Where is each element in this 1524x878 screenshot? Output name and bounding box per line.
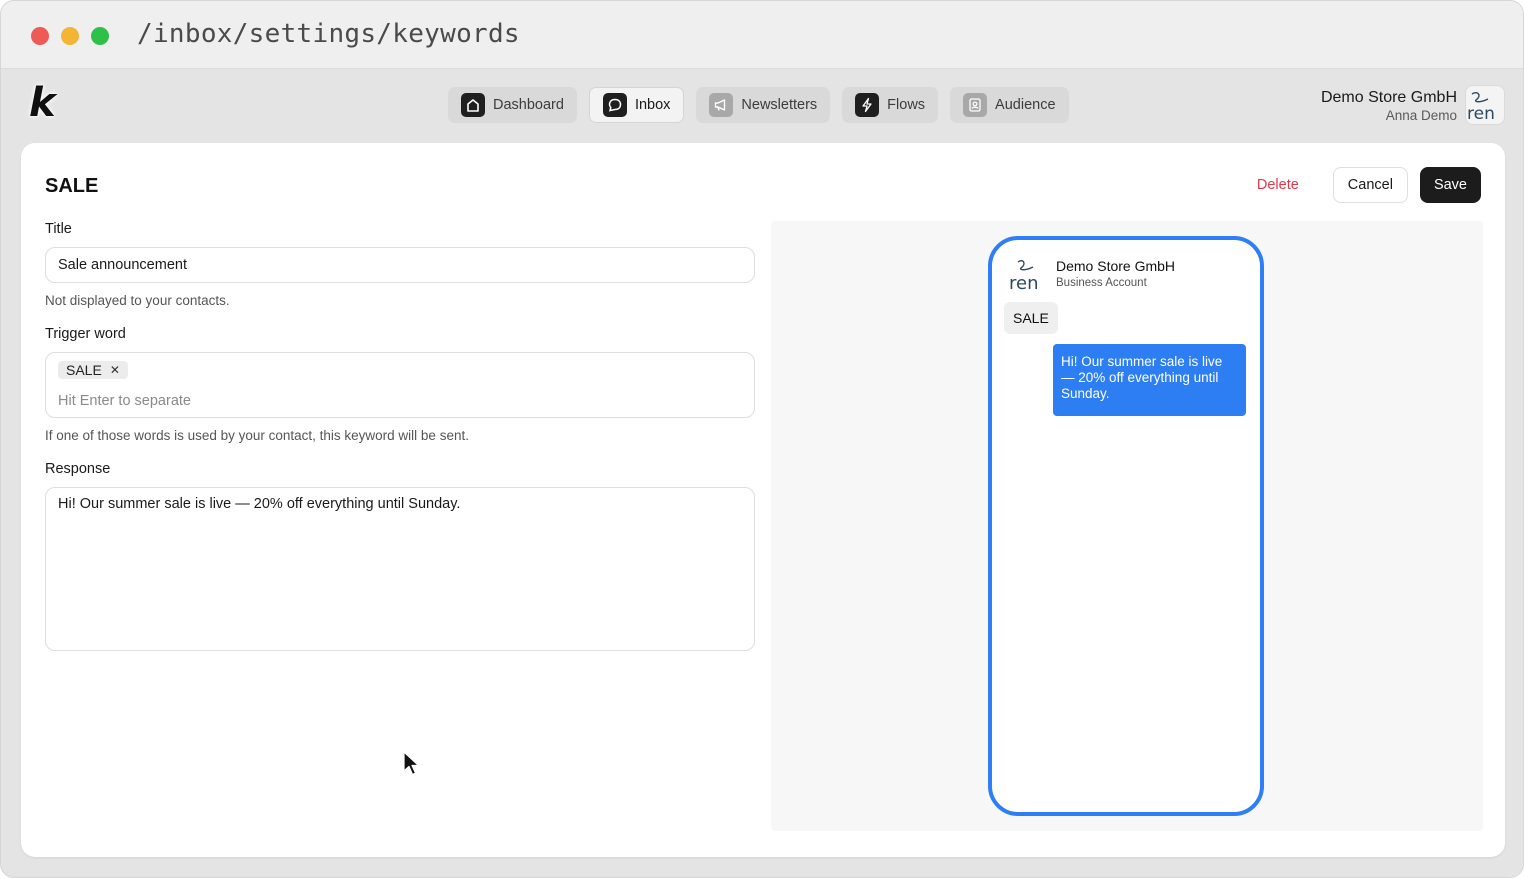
trigger-tag-label: SALE <box>66 362 102 378</box>
minimize-window-button[interactable] <box>61 27 79 45</box>
trigger-word-hint: If one of those words is used by your co… <box>45 428 469 443</box>
browser-window: /inbox/settings/keywords k Dashboard Inb… <box>0 0 1524 878</box>
maximize-window-button[interactable] <box>91 27 109 45</box>
trigger-tag: SALE ✕ <box>58 361 128 379</box>
phone-preview: ren Demo Store GmbH Business Account SAL… <box>988 236 1264 816</box>
account-store-name: Demo Store GmbH <box>1320 89 1457 106</box>
save-button[interactable]: Save <box>1419 167 1481 203</box>
svg-text:ren: ren <box>1009 273 1039 294</box>
business-account-label: Business Account <box>1056 277 1147 289</box>
nav-tab-label: Flows <box>887 97 926 113</box>
keyword-form: Title Sale announcement Not displayed to… <box>45 221 755 651</box>
title-label: Title <box>45 221 72 237</box>
home-icon <box>461 93 485 117</box>
app-header: k Dashboard Inbox Newsletters Flows Audi… <box>1 69 1523 143</box>
nav-tab-inbox[interactable]: Inbox <box>588 87 685 123</box>
nav-tab-flows[interactable]: Flows <box>842 87 939 123</box>
keyword-editor-card: SALE Delete Cancel Save Title Sale annou… <box>21 143 1505 857</box>
remove-tag-icon[interactable]: ✕ <box>110 363 120 377</box>
trigger-word-input[interactable]: SALE ✕ Hit Enter to separate <box>45 352 755 418</box>
account-info[interactable]: Demo Store GmbH Anna Demo <box>1321 89 1457 123</box>
main-navigation: Dashboard Inbox Newsletters Flows Audien… <box>448 87 1069 123</box>
response-textarea[interactable]: Hi! Our summer sale is live — 20% off ev… <box>45 487 755 651</box>
page-title: SALE <box>45 175 99 197</box>
nav-tab-dashboard[interactable]: Dashboard <box>448 87 577 123</box>
chat-header: ren Demo Store GmbH Business Account <box>1008 256 1175 296</box>
title-hint: Not displayed to your contacts. <box>45 293 230 308</box>
trigger-word-placeholder: Hit Enter to separate <box>58 393 191 409</box>
business-avatar-icon: ren <box>1009 259 1039 294</box>
nav-tab-label: Newsletters <box>741 97 818 113</box>
svg-text:ren: ren <box>1467 104 1495 124</box>
title-input[interactable]: Sale announcement <box>45 247 755 283</box>
contact-book-icon <box>963 93 988 117</box>
nav-tab-label: Audience <box>995 97 1056 113</box>
nav-tab-audience[interactable]: Audience <box>950 87 1069 123</box>
chat-bubble-icon <box>602 93 627 117</box>
response-label: Response <box>45 461 111 477</box>
message-preview-area: ren Demo Store GmbH Business Account SAL… <box>771 221 1483 831</box>
megaphone-icon <box>709 93 734 117</box>
store-logo-icon: ren <box>1467 91 1495 124</box>
app-logo[interactable]: k <box>29 83 65 125</box>
cancel-button[interactable]: Cancel <box>1332 167 1408 203</box>
mouse-cursor-icon <box>403 751 420 776</box>
account-user-name: Anna Demo <box>1385 108 1457 123</box>
nav-tab-label: Dashboard <box>493 97 564 113</box>
delete-button[interactable]: Delete <box>1243 177 1313 193</box>
close-window-button[interactable] <box>31 27 49 45</box>
account-avatar[interactable]: ren <box>1465 85 1505 125</box>
trigger-word-label: Trigger word <box>45 326 126 342</box>
nav-tab-label: Inbox <box>634 97 671 113</box>
reply-message-bubble: Hi! Our summer sale is live — 20% off ev… <box>1053 344 1246 416</box>
incoming-message: SALE <box>1004 302 1058 334</box>
business-name: Demo Store GmbH <box>1056 258 1176 274</box>
url-path: /inbox/settings/keywords <box>137 19 520 49</box>
lightning-icon <box>855 93 880 117</box>
action-buttons: Delete Cancel Save <box>1243 167 1481 203</box>
title-bar: /inbox/settings/keywords <box>1 1 1523 69</box>
nav-tab-newsletters[interactable]: Newsletters <box>696 87 831 123</box>
